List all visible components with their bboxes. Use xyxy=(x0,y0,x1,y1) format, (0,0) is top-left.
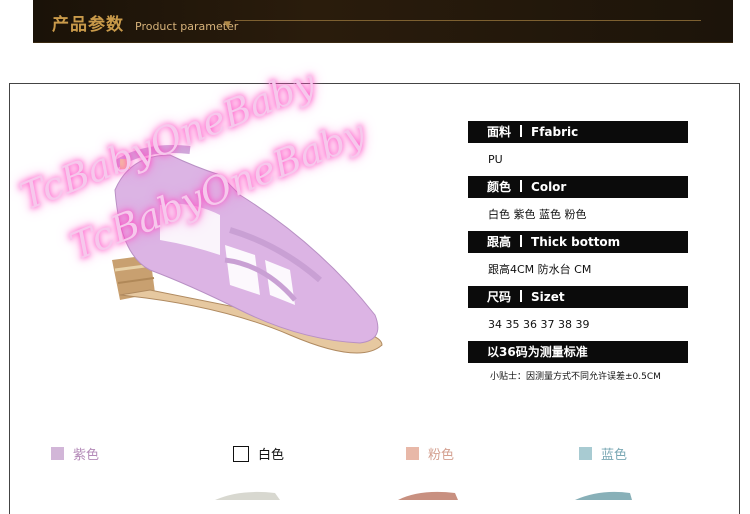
swatch-box xyxy=(406,447,419,460)
param-value-color: 白色 紫色 蓝色 粉色 xyxy=(488,208,587,221)
swatch-blue[interactable]: 蓝色 xyxy=(579,444,627,463)
swatch-label: 蓝色 xyxy=(601,448,628,463)
shoe-image[interactable]: TcBabyOneBaby TcBabyOneBaby xyxy=(14,60,410,375)
param-head-heel: 跟高 Thick bottom xyxy=(468,231,688,253)
param-value-size: 34 35 36 37 38 39 xyxy=(488,318,590,331)
param-head-size: 尺码 Sizet xyxy=(468,286,688,308)
header-subtitle: Product parameter xyxy=(135,20,239,33)
chevron-down-icon: ▼ xyxy=(224,20,231,30)
header-band: 产品参数 Product parameter ▼ xyxy=(33,0,733,43)
measure-standard-head: 以36码为测量标准 xyxy=(468,341,688,363)
param-head-color: 颜色 Color xyxy=(468,176,688,198)
header-title: 产品参数 xyxy=(52,15,124,35)
swatch-box xyxy=(233,445,249,462)
measure-note: 小贴士：因测量方式不同允许误差±0.5CM xyxy=(490,372,661,382)
swatch-label: 紫色 xyxy=(73,448,100,463)
swatch-label: 白色 xyxy=(258,448,285,463)
swatch-box xyxy=(579,447,592,460)
thumbnail-shoe-blue[interactable] xyxy=(575,491,632,500)
swatch-box xyxy=(51,447,64,460)
parameter-table: 面料 Ffabric PU 颜色 Color 白色 紫色 蓝色 粉色 跟高 Thick… xyxy=(468,121,688,382)
swatch-purple[interactable]: 紫色 xyxy=(51,444,99,463)
product-thumbnails xyxy=(0,483,750,500)
param-head-fabric: 面料 Ffabric xyxy=(468,121,688,143)
param-value-heel: 跟高4CM 防水台 CM xyxy=(488,263,592,276)
swatch-label: 粉色 xyxy=(428,448,455,463)
swatch-white[interactable]: 白色 xyxy=(233,444,284,463)
header-divider xyxy=(235,20,701,21)
color-swatches: 紫色 白色 粉色 蓝色 xyxy=(0,444,750,466)
param-value-fabric: PU xyxy=(488,153,503,166)
thumbnail-shoe-pink[interactable] xyxy=(398,491,458,500)
thumbnail-shoe-purple[interactable] xyxy=(215,491,280,500)
swatch-pink[interactable]: 粉色 xyxy=(406,444,454,463)
